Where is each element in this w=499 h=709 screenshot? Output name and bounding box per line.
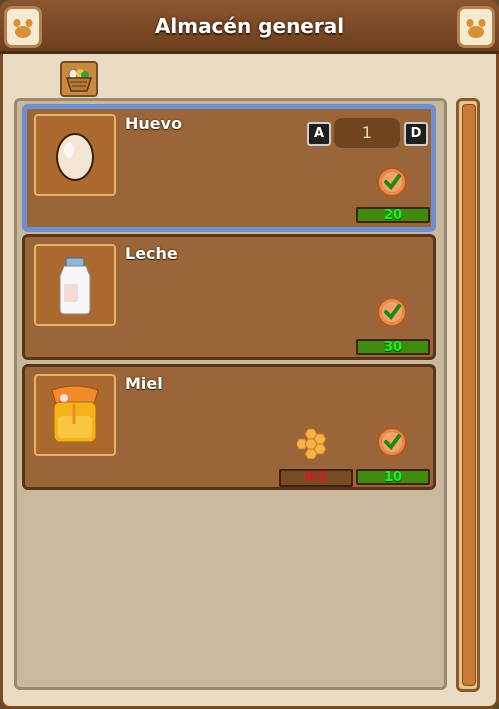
- paw-icon: [466, 19, 486, 38]
- item-card-miel[interactable]: Miel 0/2 10: [22, 364, 436, 490]
- decrease-quantity-button[interactable]: A: [307, 122, 331, 146]
- scrollbar-thumb[interactable]: [462, 104, 476, 686]
- buy-check-icon[interactable]: [377, 427, 407, 457]
- window-title: Almacén general: [154, 14, 345, 38]
- honeycomb-icon: [297, 428, 327, 459]
- item-card-leche[interactable]: Leche 30: [22, 234, 436, 360]
- price-label: 30: [356, 339, 430, 355]
- quantity-field[interactable]: 1: [334, 118, 400, 148]
- buy-check-icon[interactable]: [377, 167, 407, 197]
- price-label: 10: [356, 469, 430, 485]
- item-card-huevo[interactable]: Huevo A 1 D 20: [22, 104, 436, 232]
- title-bar: Almacén general: [0, 0, 499, 54]
- honey-jar-icon: [51, 385, 99, 443]
- item-image-box: [34, 114, 116, 196]
- corner-right: [457, 6, 495, 48]
- price-label: 20: [356, 207, 430, 223]
- item-name: Miel: [125, 374, 163, 393]
- egg-icon: [56, 133, 94, 181]
- requirement-label: 0/2: [279, 469, 353, 487]
- item-image-box: [34, 244, 116, 326]
- buy-check-icon[interactable]: [377, 297, 407, 327]
- category-filter-button[interactable]: [60, 61, 98, 97]
- increase-quantity-button[interactable]: D: [404, 122, 428, 146]
- scrollbar[interactable]: [456, 98, 480, 692]
- milk-bottle-icon: [59, 257, 91, 315]
- item-name: Leche: [125, 244, 178, 263]
- item-image-box: [34, 374, 116, 456]
- item-name: Huevo: [125, 114, 183, 133]
- basket-icon: [65, 68, 93, 92]
